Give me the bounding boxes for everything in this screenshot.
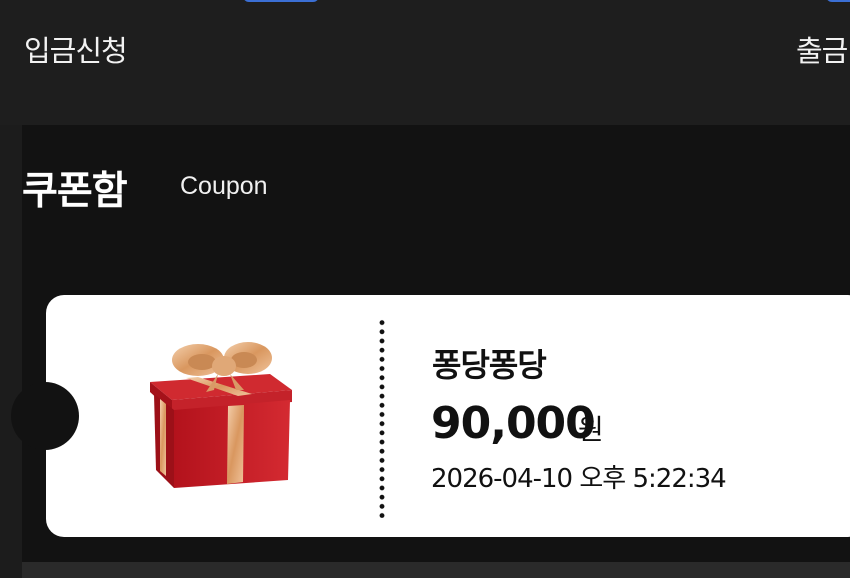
deposit-request-link[interactable]: 입금신청 (24, 28, 128, 70)
coupon-date: 2026-04-10 오후 5:22:34 (431, 464, 727, 494)
coupon-amount: 90,000 (431, 398, 596, 449)
bottom-divider (22, 562, 850, 578)
coupon-name: 퐁당퐁당 (432, 346, 547, 384)
withdraw-link[interactable]: 출금 (796, 28, 848, 70)
active-tab-indicator (243, 0, 319, 2)
panel-subtitle: Coupon (180, 172, 268, 200)
perforation-divider (379, 318, 385, 518)
ticket-notch (11, 382, 79, 450)
gift-box-icon (150, 342, 292, 488)
active-tab-indicator-right (826, 0, 850, 2)
coupon-currency-unit: 원 (578, 413, 604, 446)
panel-title: 쿠폰함 (22, 169, 128, 214)
top-nav-bar (0, 0, 850, 125)
